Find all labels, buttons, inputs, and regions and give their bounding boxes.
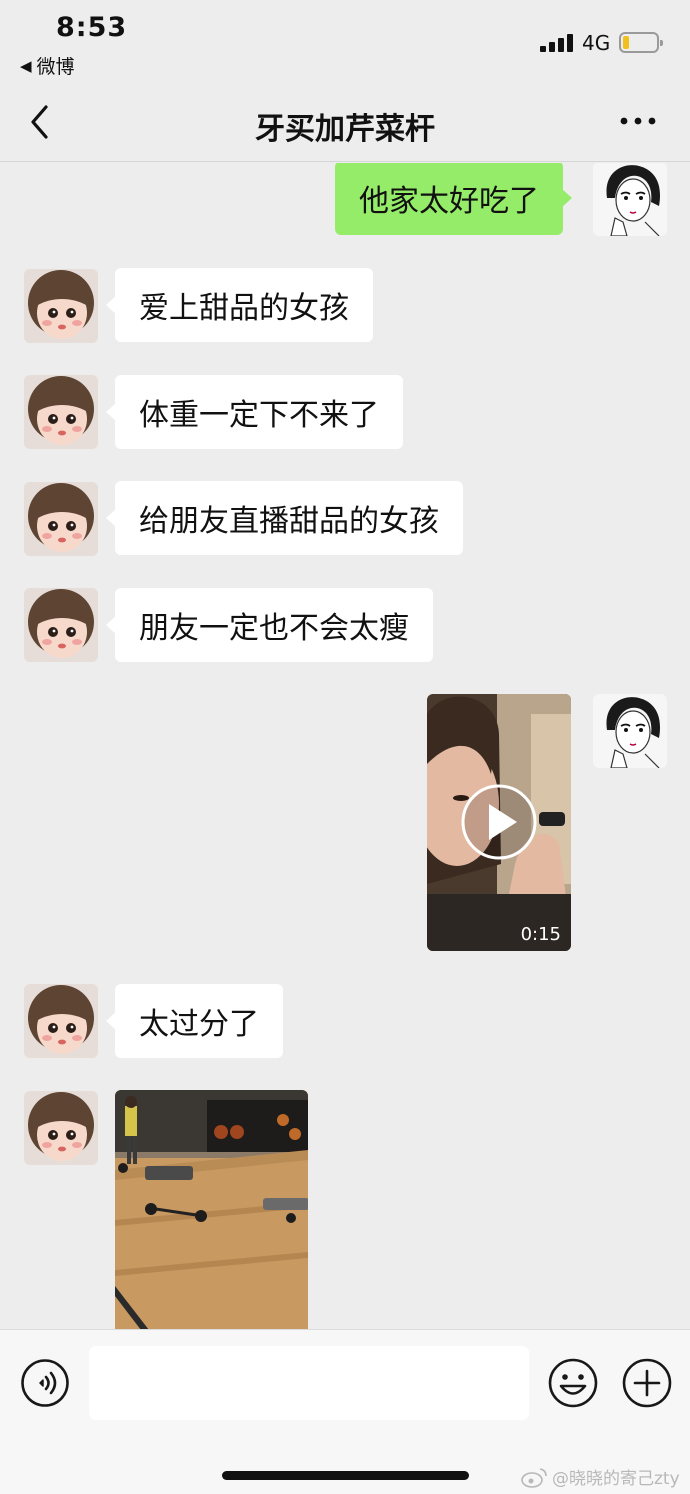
friend-avatar[interactable] [24, 1091, 98, 1165]
back-app-label: 微博 [36, 56, 75, 78]
message-bubble-incoming[interactable]: 太过分了 [106, 984, 283, 1058]
friend-avatar[interactable] [24, 269, 98, 343]
message-input[interactable] [89, 1346, 529, 1420]
my-avatar[interactable] [593, 694, 667, 768]
network-type: 4G [582, 31, 611, 55]
plus-icon [622, 1358, 672, 1408]
message-text: 太过分了 [139, 1007, 259, 1042]
friend-avatar[interactable] [24, 375, 98, 449]
back-triangle-icon: ◀ [20, 56, 32, 75]
weibo-logo-icon [521, 1467, 547, 1488]
message-text: 给朋友直播甜品的女孩 [139, 504, 439, 539]
voice-button[interactable] [20, 1358, 70, 1408]
message-bubble-incoming[interactable]: 爱上甜品的女孩 [106, 268, 373, 342]
emoji-button[interactable] [547, 1357, 599, 1409]
video-thumbnail [427, 694, 571, 951]
input-bar: @晓晓的寄己zty [0, 1329, 690, 1494]
chat-title: 牙买加芹菜杆 [255, 112, 435, 147]
chat-area[interactable]: 他家太好吃了 爱上甜品的女孩 体重一定下不来了 给朋友直播甜品的女孩 朋友一定也… [0, 163, 690, 1329]
nav-bar: 牙买加芹菜杆 [0, 82, 690, 162]
message-text: 他家太好吃了 [359, 184, 539, 219]
message-text: 爱上甜品的女孩 [139, 291, 349, 326]
friend-avatar[interactable] [24, 984, 98, 1058]
gym-photo [115, 1090, 308, 1329]
friend-avatar[interactable] [24, 588, 98, 662]
signal-strength-icon [540, 34, 574, 52]
video-duration: 0:15 [520, 924, 561, 945]
more-dots-icon [620, 117, 656, 125]
voice-icon [21, 1359, 69, 1407]
battery-icon [619, 32, 663, 53]
my-avatar[interactable] [593, 163, 667, 236]
status-bar: 8:53 ◀ 微博 4G [0, 0, 690, 82]
video-message[interactable]: 0:15 [427, 694, 571, 951]
message-text: 朋友一定也不会太瘦 [139, 611, 409, 646]
plus-button[interactable] [621, 1357, 673, 1409]
friend-avatar[interactable] [24, 482, 98, 556]
message-bubble-incoming[interactable]: 体重一定下不来了 [106, 375, 403, 449]
more-button[interactable] [618, 110, 658, 132]
watermark: @晓晓的寄己zty [520, 1464, 680, 1489]
back-to-app-link[interactable]: ◀ 微博 [20, 52, 75, 79]
emoji-icon [548, 1358, 598, 1408]
home-indicator[interactable] [222, 1471, 469, 1480]
message-bubble-incoming[interactable]: 朋友一定也不会太瘦 [106, 588, 433, 662]
watermark-text: @晓晓的寄己zty [552, 1469, 680, 1489]
image-message[interactable] [115, 1090, 308, 1329]
message-text: 体重一定下不来了 [139, 398, 379, 433]
message-bubble-incoming[interactable]: 给朋友直播甜品的女孩 [106, 481, 463, 555]
message-bubble-outgoing[interactable]: 他家太好吃了 [335, 163, 572, 235]
status-time: 8:53 [56, 12, 128, 43]
